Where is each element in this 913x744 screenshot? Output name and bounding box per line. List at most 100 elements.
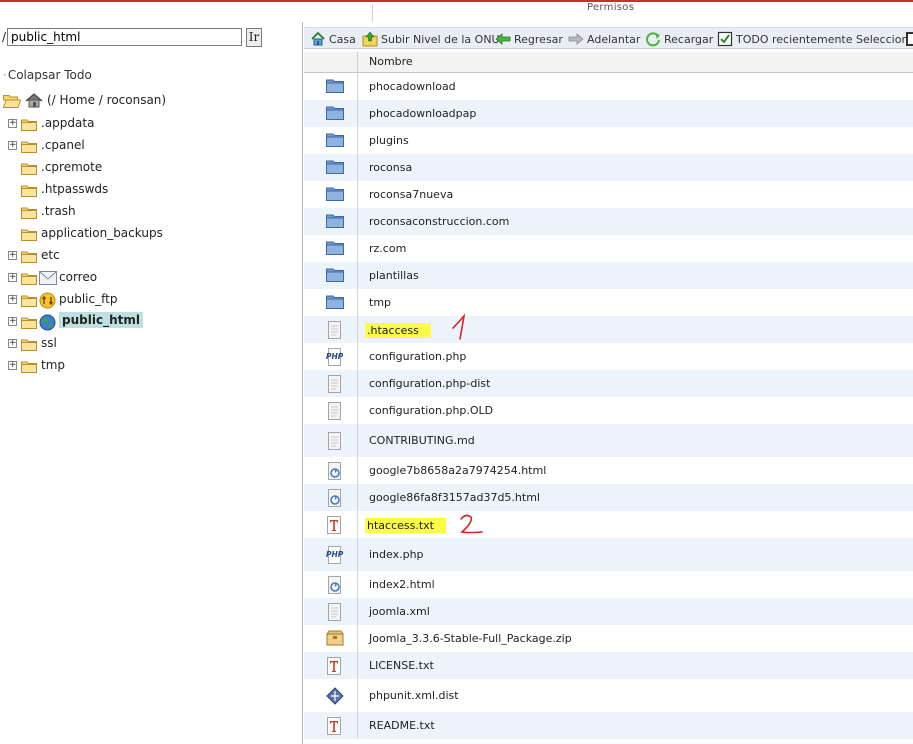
tree-item-etc[interactable]: + etc (8, 246, 288, 266)
file-row[interactable]: index2.html (304, 571, 913, 598)
file-name[interactable]: phocadownload (369, 80, 456, 93)
back-button[interactable]: Regresar (495, 31, 563, 47)
home-icon (24, 92, 44, 111)
path-input[interactable] (7, 28, 242, 46)
file-icon-cell (304, 235, 358, 262)
checkbox-icon (717, 31, 733, 47)
file-name[interactable]: google86fa8f3157ad37d5.html (369, 491, 540, 504)
file-icon-cell (304, 289, 358, 316)
file-name[interactable]: .htaccess (365, 323, 431, 338)
folder-icon (21, 338, 37, 354)
folder-up-icon (362, 31, 378, 47)
tree-item-public-html[interactable]: + public_html (8, 312, 288, 332)
file-name[interactable]: joomla.xml (369, 605, 430, 618)
file-row[interactable]: htaccess.txt (304, 511, 913, 538)
file-row[interactable]: CONTRIBUTING.md (304, 424, 913, 457)
file-name[interactable]: roconsa (369, 161, 412, 174)
svg-text:PHP: PHP (326, 352, 344, 361)
file-name[interactable]: LICENSE.txt (369, 659, 434, 672)
file-row[interactable]: PHP index.php (304, 538, 913, 571)
tree-item-correo[interactable]: + correo (8, 268, 288, 288)
file-row[interactable]: phpunit.xml.dist (304, 679, 913, 712)
file-icon-cell (304, 127, 358, 154)
file-name[interactable]: google7b8658a2a7974254.html (369, 464, 546, 477)
file-row[interactable]: joomla.xml (304, 598, 913, 625)
file-row[interactable]: phocadownloadpap (304, 100, 913, 127)
collapse-all-link[interactable]: ·Colapsar Todo (3, 68, 92, 82)
file-row[interactable]: Joomla_3.3.6-Stable-Full_Package.zip (304, 625, 913, 652)
expand-toggle-icon[interactable]: + (8, 361, 17, 370)
file-name[interactable]: phocadownloadpap (369, 107, 476, 120)
file-row[interactable]: roconsa7nueva (304, 181, 913, 208)
tree-item-htpasswds[interactable]: .htpasswds (8, 180, 288, 200)
file-row[interactable]: google86fa8f3157ad37d5.html (304, 484, 913, 511)
file-row[interactable]: configuration.php-dist (304, 370, 913, 397)
directory-tree-panel: / Ir ·Colapsar Todo (/ Home / roconsan) +… (0, 22, 303, 744)
up-level-button[interactable]: Subir Nivel de la ONU (362, 31, 500, 47)
name-column-header[interactable]: Nombre (369, 55, 413, 68)
file-name[interactable]: roconsa7nueva (369, 188, 453, 201)
tree-item-appdata[interactable]: + .appdata (8, 114, 288, 134)
expand-toggle-icon[interactable]: + (8, 273, 17, 282)
go-button[interactable]: Ir (246, 28, 262, 47)
file-row[interactable]: README.txt (304, 712, 913, 739)
expand-toggle-icon[interactable]: + (8, 317, 17, 326)
file-row[interactable]: google7b8658a2a7974254.html (304, 457, 913, 484)
forward-button[interactable]: Adelantar (568, 31, 640, 47)
globe-icon (39, 314, 56, 334)
file-row[interactable]: plantillas (304, 262, 913, 289)
file-name[interactable]: plugins (369, 134, 409, 147)
file-icon-cell (304, 208, 358, 235)
folder-icon (21, 316, 37, 332)
tree-item-ssl[interactable]: + ssl (8, 334, 288, 354)
path-prefix: / (2, 30, 7, 44)
file-row[interactable]: configuration.php.OLD (304, 397, 913, 424)
tree-item-tmp[interactable]: + tmp (8, 356, 288, 376)
file-name[interactable]: index2.html (369, 578, 435, 591)
expand-toggle-icon[interactable]: + (8, 339, 17, 348)
file-row[interactable]: phocadownload (304, 73, 913, 100)
tree-root-home[interactable]: (/ Home / roconsan) (2, 91, 293, 111)
tree-item-application-backups[interactable]: application_backups (8, 224, 288, 244)
select-all-button[interactable]: TODO recientemente Seleccionar (717, 31, 913, 47)
file-name[interactable]: configuration.php-dist (369, 377, 490, 390)
file-row[interactable]: tmp (304, 289, 913, 316)
forward-label: Adelantar (587, 33, 641, 46)
home-button[interactable]: Casa (310, 31, 356, 47)
expand-toggle-icon[interactable]: + (8, 141, 17, 150)
file-name[interactable]: README.txt (369, 719, 435, 732)
expand-toggle-icon[interactable]: + (8, 295, 17, 304)
file-row[interactable]: PHP configuration.php (304, 343, 913, 370)
file-name[interactable]: phpunit.xml.dist (369, 689, 459, 702)
file-name[interactable]: rz.com (369, 242, 406, 255)
tree-item-label: public_ftp (59, 292, 118, 306)
file-name[interactable]: configuration.php.OLD (369, 404, 493, 417)
file-name[interactable]: Joomla_3.3.6-Stable-Full_Package.zip (369, 632, 572, 645)
file-name[interactable]: plantillas (369, 269, 419, 282)
file-icon-cell (304, 181, 358, 208)
file-row[interactable]: roconsa (304, 154, 913, 181)
file-row[interactable]: .htaccess (304, 313, 913, 343)
file-name[interactable]: configuration.php (369, 350, 466, 363)
file-icon-cell (304, 316, 358, 343)
annotation-mark (456, 511, 486, 541)
file-row[interactable]: LICENSE.txt (304, 652, 913, 679)
file-name[interactable]: CONTRIBUTING.md (369, 434, 475, 447)
file-name[interactable]: htaccess.txt (365, 518, 446, 533)
file-row[interactable]: rz.com (304, 235, 913, 262)
tree-item-cpremote[interactable]: .cpremote (8, 158, 288, 178)
tree-item-public-ftp[interactable]: + public_ftp (8, 290, 288, 310)
file-name[interactable]: roconsaconstruccion.com (369, 215, 509, 228)
toolbar-overflow-icon[interactable] (906, 31, 913, 47)
file-list-panel: Casa Subir Nivel de la ONU Regresar Adel… (304, 22, 913, 744)
expand-toggle-icon[interactable]: + (8, 251, 17, 260)
tree-item-cpanel[interactable]: + .cpanel (8, 136, 288, 156)
tree-item-trash[interactable]: .trash (8, 202, 288, 222)
folder-icon (21, 228, 37, 244)
file-name[interactable]: index.php (369, 548, 424, 561)
file-row[interactable]: roconsaconstruccion.com (304, 208, 913, 235)
reload-button[interactable]: Recargar (645, 31, 713, 47)
expand-toggle-icon[interactable]: + (8, 119, 17, 128)
file-row[interactable]: plugins (304, 127, 913, 154)
file-name[interactable]: tmp (369, 296, 391, 309)
